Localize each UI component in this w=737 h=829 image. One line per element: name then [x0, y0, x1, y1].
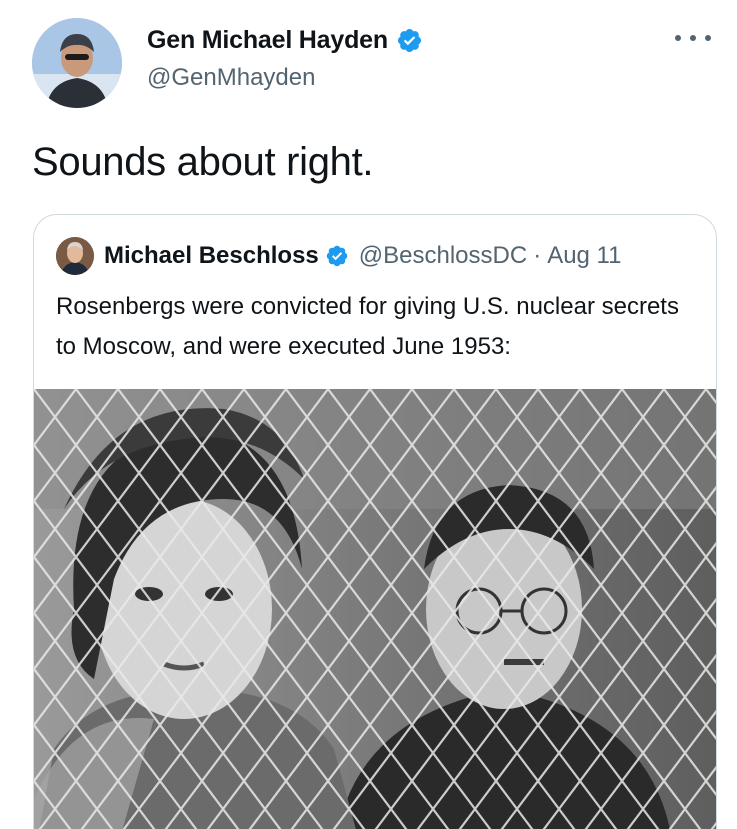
more-options-icon[interactable]	[675, 26, 711, 50]
separator-dot: ·	[533, 242, 542, 269]
more-dot	[675, 35, 681, 41]
more-dot	[705, 35, 711, 41]
author-name[interactable]: Gen Michael Hayden	[147, 26, 388, 55]
quoted-author-avatar[interactable]	[56, 237, 94, 275]
quoted-author-handle[interactable]: @BeschlossDC	[359, 242, 527, 270]
quoted-tweet-text: Rosenbergs were convicted for giving U.S…	[56, 293, 679, 360]
verified-badge-icon	[326, 245, 348, 267]
quoted-tweet-photo[interactable]	[34, 389, 716, 829]
verified-badge-icon	[397, 28, 421, 53]
tweet-text: Sounds about right.	[32, 140, 374, 184]
more-dot	[690, 35, 696, 41]
quoted-tweet-date[interactable]: Aug 11	[547, 242, 621, 270]
author-info: Gen Michael Hayden @GenMhayden	[147, 26, 423, 92]
quoted-author-name[interactable]: Michael Beschloss	[104, 242, 319, 270]
tweet: Gen Michael Hayden @GenMhayden Sounds ab…	[0, 0, 737, 829]
author-avatar[interactable]	[32, 18, 122, 108]
author-handle[interactable]: @GenMhayden	[147, 64, 423, 92]
quoted-tweet-header: Michael Beschloss @BeschlossDC · Aug 11	[56, 237, 621, 275]
quoted-tweet[interactable]: Michael Beschloss @BeschlossDC · Aug 11 …	[33, 214, 717, 829]
